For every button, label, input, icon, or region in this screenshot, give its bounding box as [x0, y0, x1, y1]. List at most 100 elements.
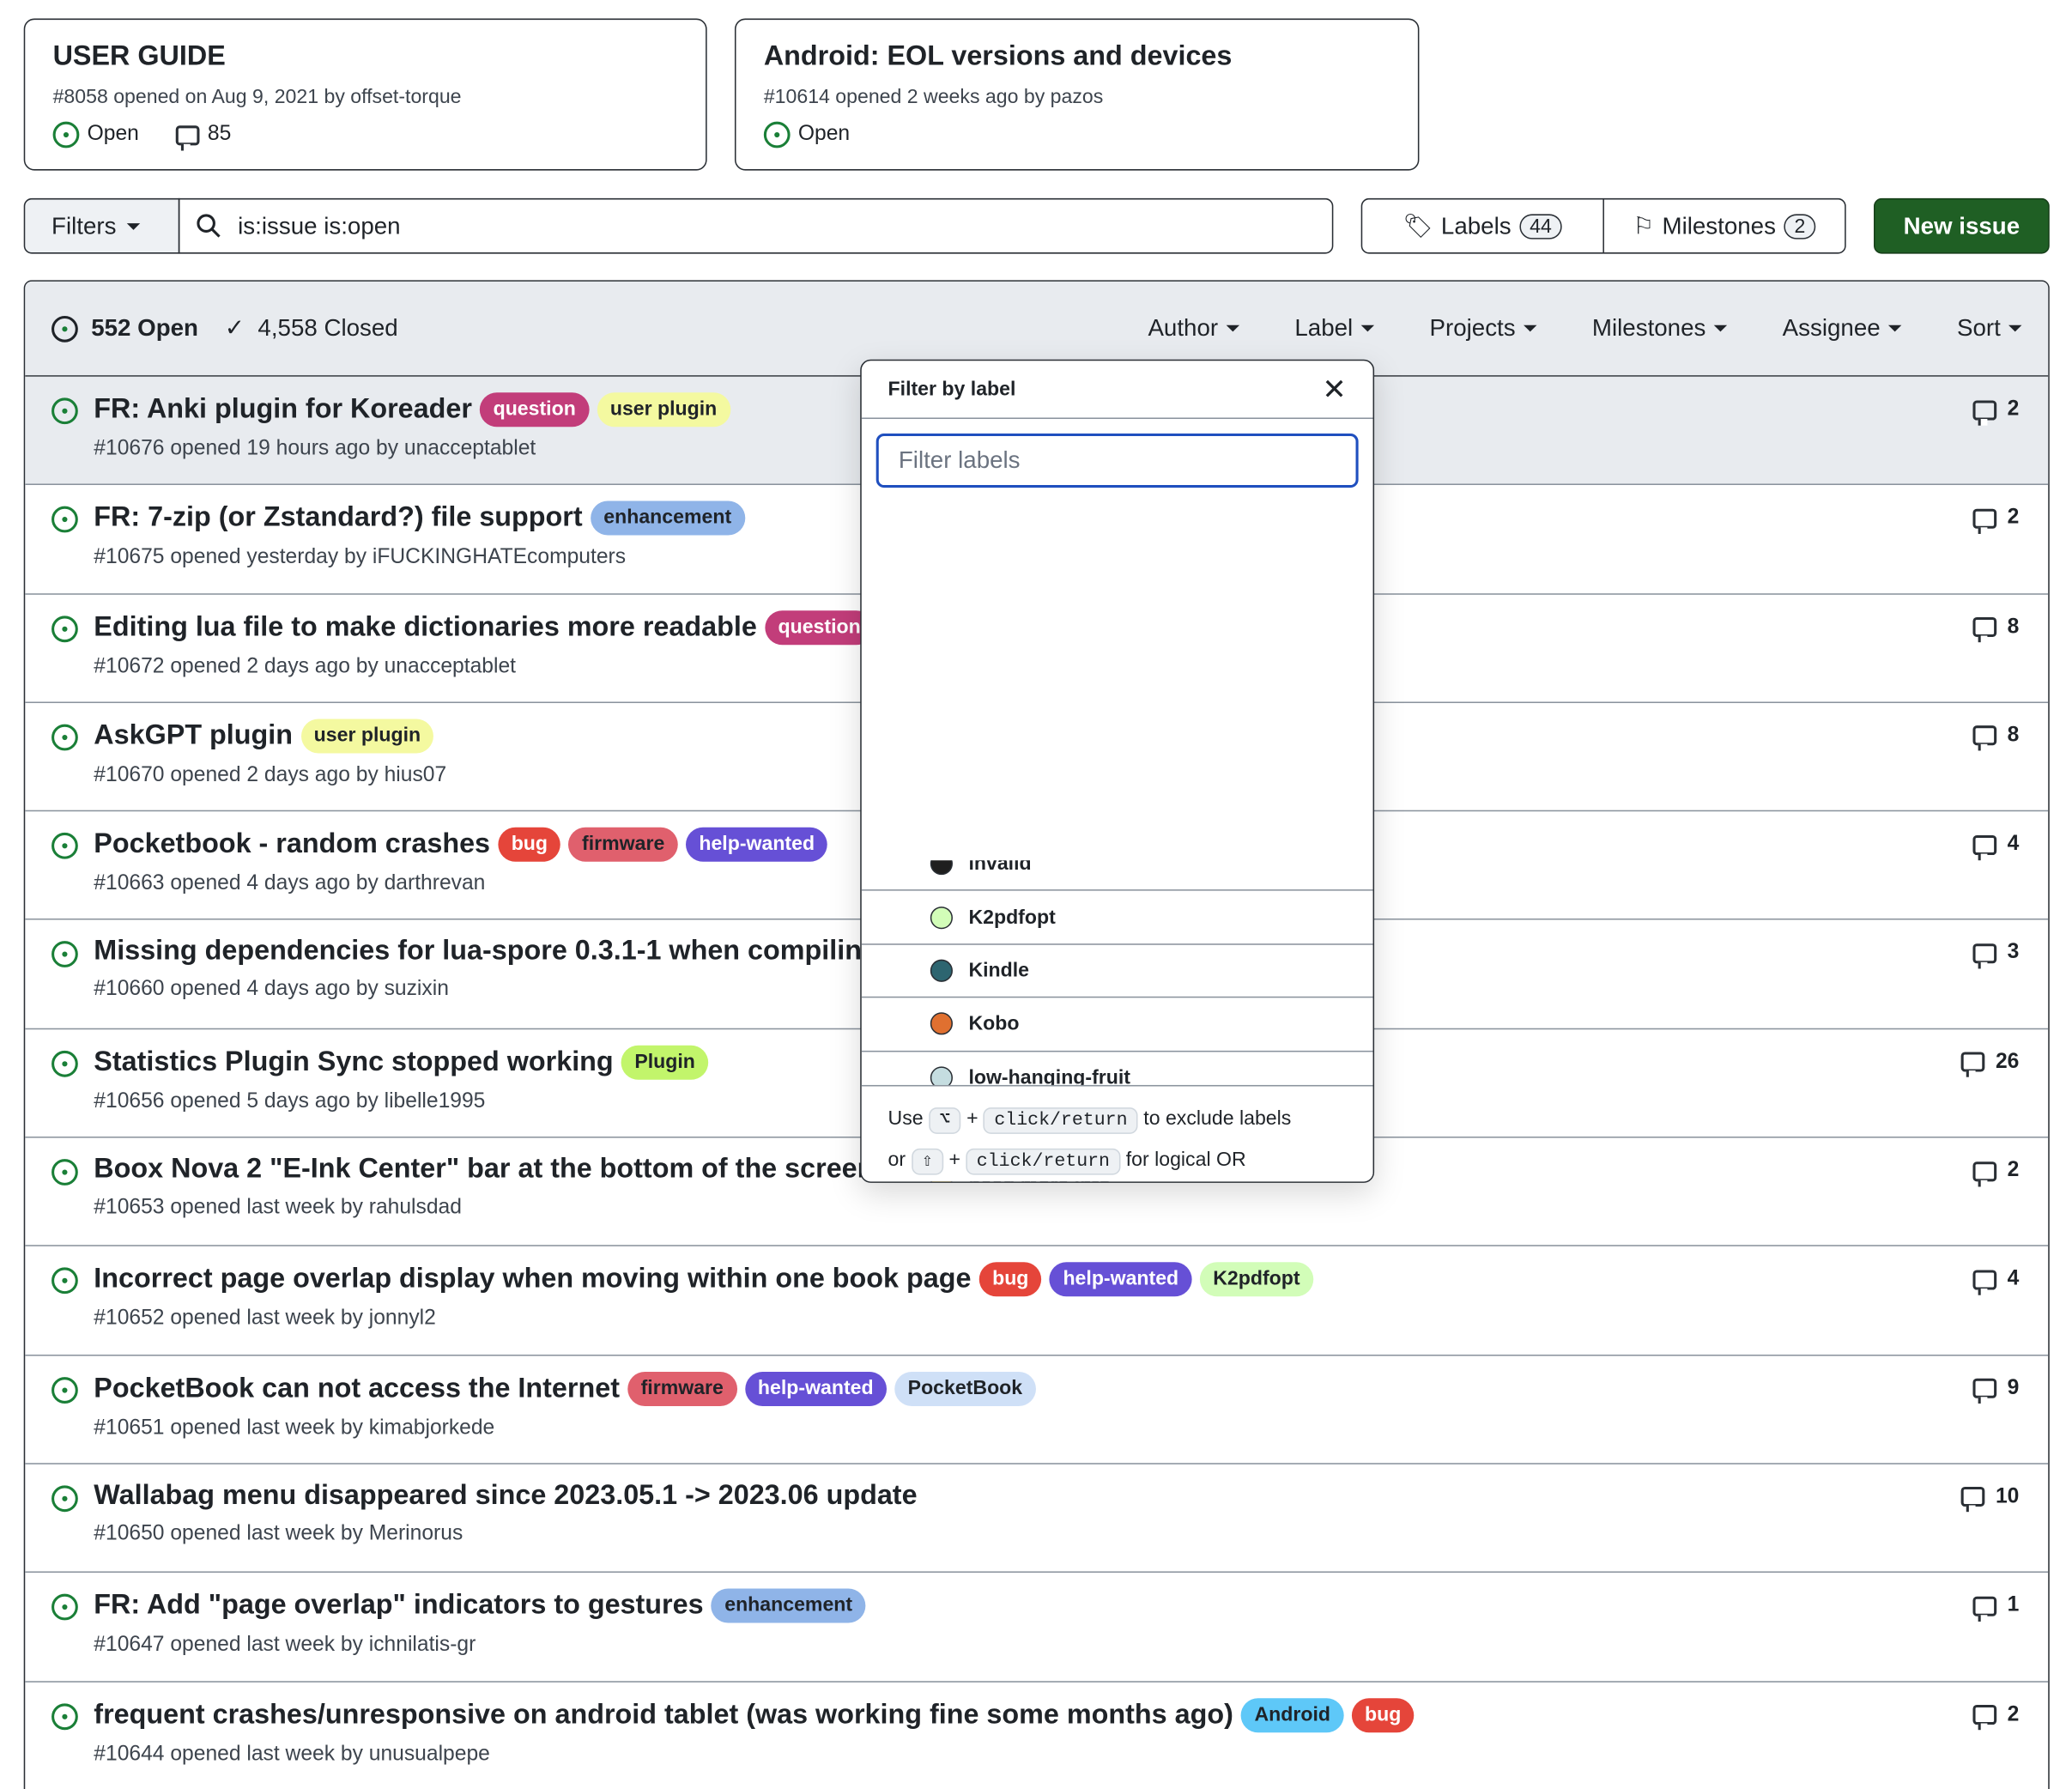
- issue-row[interactable]: Wallabag menu disappeared since 2023.05.…: [25, 1465, 2049, 1574]
- comments-link[interactable]: 8: [1972, 724, 2019, 752]
- issue-title[interactable]: AskGPT plugin: [94, 720, 293, 752]
- comment-icon: [1972, 1705, 1997, 1731]
- footer-text: or: [888, 1148, 906, 1171]
- label-option[interactable]: K2pdfopt: [861, 891, 1373, 945]
- label-option[interactable]: invalid: [861, 860, 1373, 892]
- comments-link[interactable]: 2: [1972, 397, 2019, 425]
- comments-link[interactable]: 26: [1960, 1051, 2019, 1078]
- comments-link[interactable]: 3: [1972, 941, 2020, 969]
- pinned-issue-card[interactable]: USER GUIDE #8058 opened on Aug 9, 2021 b…: [23, 18, 707, 171]
- issue-row[interactable]: PocketBook can not access the Internet fi…: [25, 1355, 2049, 1465]
- filters-button[interactable]: Filters: [23, 197, 180, 254]
- comments-link[interactable]: 2: [1972, 506, 2019, 534]
- comment-count: 4: [2007, 1267, 2020, 1291]
- issue-title[interactable]: frequent crashes/unresponsive on android…: [94, 1699, 1233, 1731]
- label-badge[interactable]: K2pdfopt: [1199, 1262, 1313, 1297]
- new-issue-button[interactable]: New issue: [1874, 197, 2050, 254]
- filter-labels-input[interactable]: Filter labels: [875, 433, 1359, 488]
- comment-icon: [175, 124, 200, 150]
- menu-assignee[interactable]: Assignee: [1783, 314, 1902, 342]
- comments-link[interactable]: 1: [1972, 1594, 2019, 1622]
- comment-icon: [1972, 1378, 1997, 1404]
- milestones-button[interactable]: ⚐ Milestones 2: [1602, 199, 1845, 253]
- label-badge[interactable]: enhancement: [590, 500, 745, 536]
- issue-title[interactable]: FR: Anki plugin for Koreader: [94, 394, 472, 426]
- issue-title[interactable]: Incorrect page overlap display when movi…: [94, 1264, 971, 1295]
- label-badge[interactable]: help-wanted: [1050, 1262, 1192, 1297]
- issue-row[interactable]: Incorrect page overlap display when movi…: [25, 1246, 2049, 1356]
- close-icon[interactable]: ✕: [1322, 372, 1346, 406]
- issue-opened-icon: [51, 1159, 78, 1186]
- label-badge[interactable]: user plugin: [597, 392, 730, 428]
- pinned-issue-card[interactable]: Android: EOL versions and devices #10614…: [734, 18, 1420, 171]
- comments-link[interactable]: 4: [1972, 1267, 2020, 1295]
- comments-link[interactable]: 8: [1972, 616, 2019, 643]
- label-badge[interactable]: help-wanted: [744, 1371, 888, 1406]
- label-badge[interactable]: firmware: [568, 828, 678, 863]
- label-badge[interactable]: firmware: [627, 1371, 737, 1406]
- issue-meta: #10675 opened yesterday by iFUCKINGHATEc…: [94, 546, 627, 569]
- comment-count: 2: [2007, 1159, 2020, 1182]
- menu-projects[interactable]: Projects: [1429, 314, 1537, 342]
- issue-title[interactable]: Statistics Plugin Sync stopped working: [94, 1046, 613, 1078]
- labels-button[interactable]: 🏷︎ Labels 44: [1362, 199, 1602, 252]
- issue-meta: #10670 opened 2 days ago by hius07: [94, 763, 447, 786]
- menu-label[interactable]: Label: [1294, 314, 1374, 342]
- plus: +: [948, 1148, 961, 1171]
- plus: +: [966, 1107, 978, 1131]
- click-return-key: click/return: [984, 1107, 1138, 1134]
- label-color-dot: [930, 1012, 953, 1035]
- label-badge[interactable]: question: [765, 609, 875, 645]
- issue-title[interactable]: Wallabag menu disappeared since 2023.05.…: [94, 1480, 917, 1512]
- popup-footer: Use ⌥ + click/return to exclude labels o…: [861, 1084, 1373, 1182]
- comment-icon: [1972, 1596, 1997, 1622]
- label-badge[interactable]: PocketBook: [894, 1371, 1036, 1406]
- label-option[interactable]: Kindle: [861, 944, 1373, 998]
- state: Open: [797, 123, 851, 146]
- pinned-issue-title[interactable]: Android: EOL versions and devices: [764, 41, 1390, 73]
- issue-meta: #10672 opened 2 days ago by unacceptable…: [94, 654, 516, 678]
- label-badge[interactable]: Plugin: [621, 1045, 709, 1080]
- label-badge[interactable]: bug: [978, 1262, 1042, 1297]
- comment-count: 3: [2007, 941, 2020, 965]
- menu-milestones[interactable]: Milestones: [1592, 314, 1728, 342]
- comments-link[interactable]: 9: [1972, 1377, 2019, 1404]
- pinned-issue-title[interactable]: USER GUIDE: [53, 41, 678, 73]
- issue-title[interactable]: Pocketbook - random crashes: [94, 829, 490, 861]
- comment-icon: [1972, 1161, 1997, 1186]
- issue-title[interactable]: Missing dependencies for lua-spore 0.3.1…: [94, 937, 878, 968]
- issue-opened-icon: [51, 1702, 78, 1730]
- open-tab[interactable]: 552 Open: [51, 314, 198, 342]
- filter-menus: Author Label Projects Milestones Assignee Sor…: [1148, 314, 2022, 342]
- search-input[interactable]: is:issue is:open: [178, 197, 1334, 254]
- label-option-name: Kindle: [968, 959, 1030, 982]
- comment-icon: [1972, 399, 1997, 425]
- issue-title[interactable]: PocketBook can not access the Internet: [94, 1373, 620, 1404]
- label-badge[interactable]: user plugin: [300, 719, 434, 754]
- menu-author[interactable]: Author: [1148, 314, 1239, 342]
- label-badge[interactable]: enhancement: [711, 1588, 866, 1623]
- issue-title[interactable]: FR: Add "page overlap" indicators to ges…: [94, 1590, 703, 1622]
- comments-link[interactable]: 2: [1972, 1159, 2020, 1186]
- closed-tab[interactable]: ✓ 4,558 Closed: [225, 314, 398, 342]
- label-badge[interactable]: Android: [1241, 1697, 1344, 1732]
- issue-opened-icon: [51, 1050, 78, 1077]
- issue-title[interactable]: Boox Nova 2 "E-Ink Center" bar at the bo…: [94, 1154, 874, 1186]
- comments-link[interactable]: 10: [1960, 1485, 2019, 1513]
- issue-row[interactable]: frequent crashes/unresponsive on android…: [25, 1682, 2048, 1789]
- label-option[interactable]: Kobo: [861, 998, 1373, 1052]
- comment-count: 4: [2007, 833, 2020, 856]
- label-color-dot: [930, 959, 953, 982]
- issue-row[interactable]: FR: Add "page overlap" indicators to ges…: [25, 1573, 2049, 1683]
- issue-title[interactable]: FR: 7-zip (or Zstandard?) file support: [94, 502, 582, 534]
- issue-opened-icon: [51, 615, 78, 642]
- comments-link[interactable]: 2: [1972, 1703, 2019, 1731]
- label-badge[interactable]: bug: [498, 828, 561, 863]
- label-badge[interactable]: help-wanted: [685, 828, 828, 863]
- label-badge[interactable]: question: [480, 392, 590, 428]
- label-badge[interactable]: bug: [1351, 1697, 1415, 1732]
- comment-count[interactable]: 85: [208, 123, 231, 147]
- comments-link[interactable]: 4: [1972, 833, 2020, 860]
- issue-title[interactable]: Editing lua file to make dictionaries mo…: [94, 611, 757, 643]
- menu-sort[interactable]: Sort: [1957, 314, 2022, 342]
